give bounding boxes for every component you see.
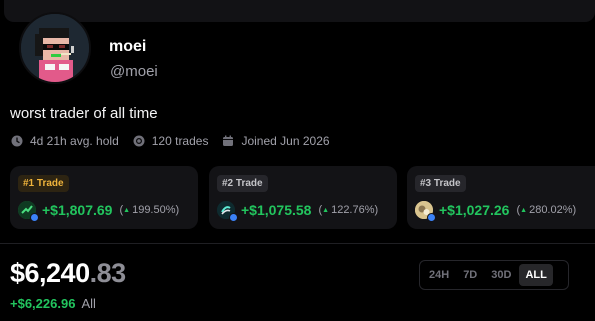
avg-hold-label: 4d 21h avg. hold	[30, 134, 119, 148]
top-trade-card-1[interactable]: #1 Trade +$1,807.69 (▲ 199.50%)	[10, 166, 198, 229]
balance-cents: .83	[89, 258, 127, 288]
joined-label: Joined Jun 2026	[241, 134, 330, 148]
trade-summary: +$1,075.58 (▲ 122.76%)	[217, 201, 379, 222]
trade-amount: +$1,807.69	[42, 202, 113, 218]
verified-badge-icon	[30, 213, 39, 222]
joined-stat: Joined Jun 2026	[222, 134, 330, 148]
section-divider	[0, 243, 595, 244]
trade-rank-badge: #3 Trade	[415, 175, 466, 192]
range-all-button[interactable]: ALL	[519, 264, 553, 286]
profile-bio: worst trader of all time	[10, 105, 158, 122]
trade-rank-badge: #1 Trade	[18, 175, 69, 192]
verified-badge-icon	[427, 213, 436, 222]
trade-percent: (▲ 122.76%)	[318, 204, 379, 216]
portfolio-balance: $6,240.83	[10, 258, 126, 289]
calendar-icon	[222, 135, 234, 147]
balance-whole: $6,240	[10, 258, 90, 288]
time-range-selector: 24H 7D 30D ALL	[419, 260, 569, 290]
token-icon	[217, 201, 238, 222]
trade-rank-badge: #2 Trade	[217, 175, 268, 192]
profile-stats: 4d 21h avg. hold 120 trades Joined Jun 2…	[11, 134, 344, 148]
range-24h-button[interactable]: 24H	[423, 264, 455, 286]
avg-hold-stat: 4d 21h avg. hold	[11, 134, 119, 148]
portfolio-pnl: +$6,226.96 All	[10, 296, 96, 311]
pixel-avatar-icon	[21, 14, 89, 82]
trade-amount: +$1,075.58	[241, 202, 312, 218]
top-trade-card-3[interactable]: #3 Trade +$1,027.26 (▲ 280.02%)	[407, 166, 595, 229]
trades-stat: 120 trades	[133, 134, 209, 148]
range-7d-button[interactable]: 7D	[457, 264, 483, 286]
triangle-up-icon: ▲	[322, 206, 330, 214]
trade-summary: +$1,027.26 (▲ 280.02%)	[415, 201, 577, 222]
verified-badge-icon	[229, 213, 238, 222]
pnl-value: +$6,226.96	[10, 296, 76, 311]
clock-icon	[11, 135, 23, 147]
token-icon	[415, 201, 436, 222]
avatar[interactable]	[19, 12, 91, 84]
range-30d-button[interactable]: 30D	[485, 264, 517, 286]
profile-name: moei	[109, 38, 147, 55]
triangle-up-icon: ▲	[123, 206, 131, 214]
pnl-period: All	[81, 296, 96, 311]
coins-icon	[133, 135, 145, 147]
profile-handle: @moei	[110, 63, 158, 80]
top-trade-card-2[interactable]: #2 Trade +$1,075.58 (▲ 122.76%)	[209, 166, 397, 229]
trades-label: 120 trades	[151, 134, 209, 148]
profile-banner	[4, 0, 595, 22]
triangle-up-icon: ▲	[520, 206, 528, 214]
trade-summary: +$1,807.69 (▲ 199.50%)	[18, 201, 180, 222]
trade-percent: (▲ 280.02%)	[516, 204, 577, 216]
trade-amount: +$1,027.26	[439, 202, 510, 218]
trade-percent: (▲ 199.50%)	[119, 204, 180, 216]
token-icon	[18, 201, 39, 222]
